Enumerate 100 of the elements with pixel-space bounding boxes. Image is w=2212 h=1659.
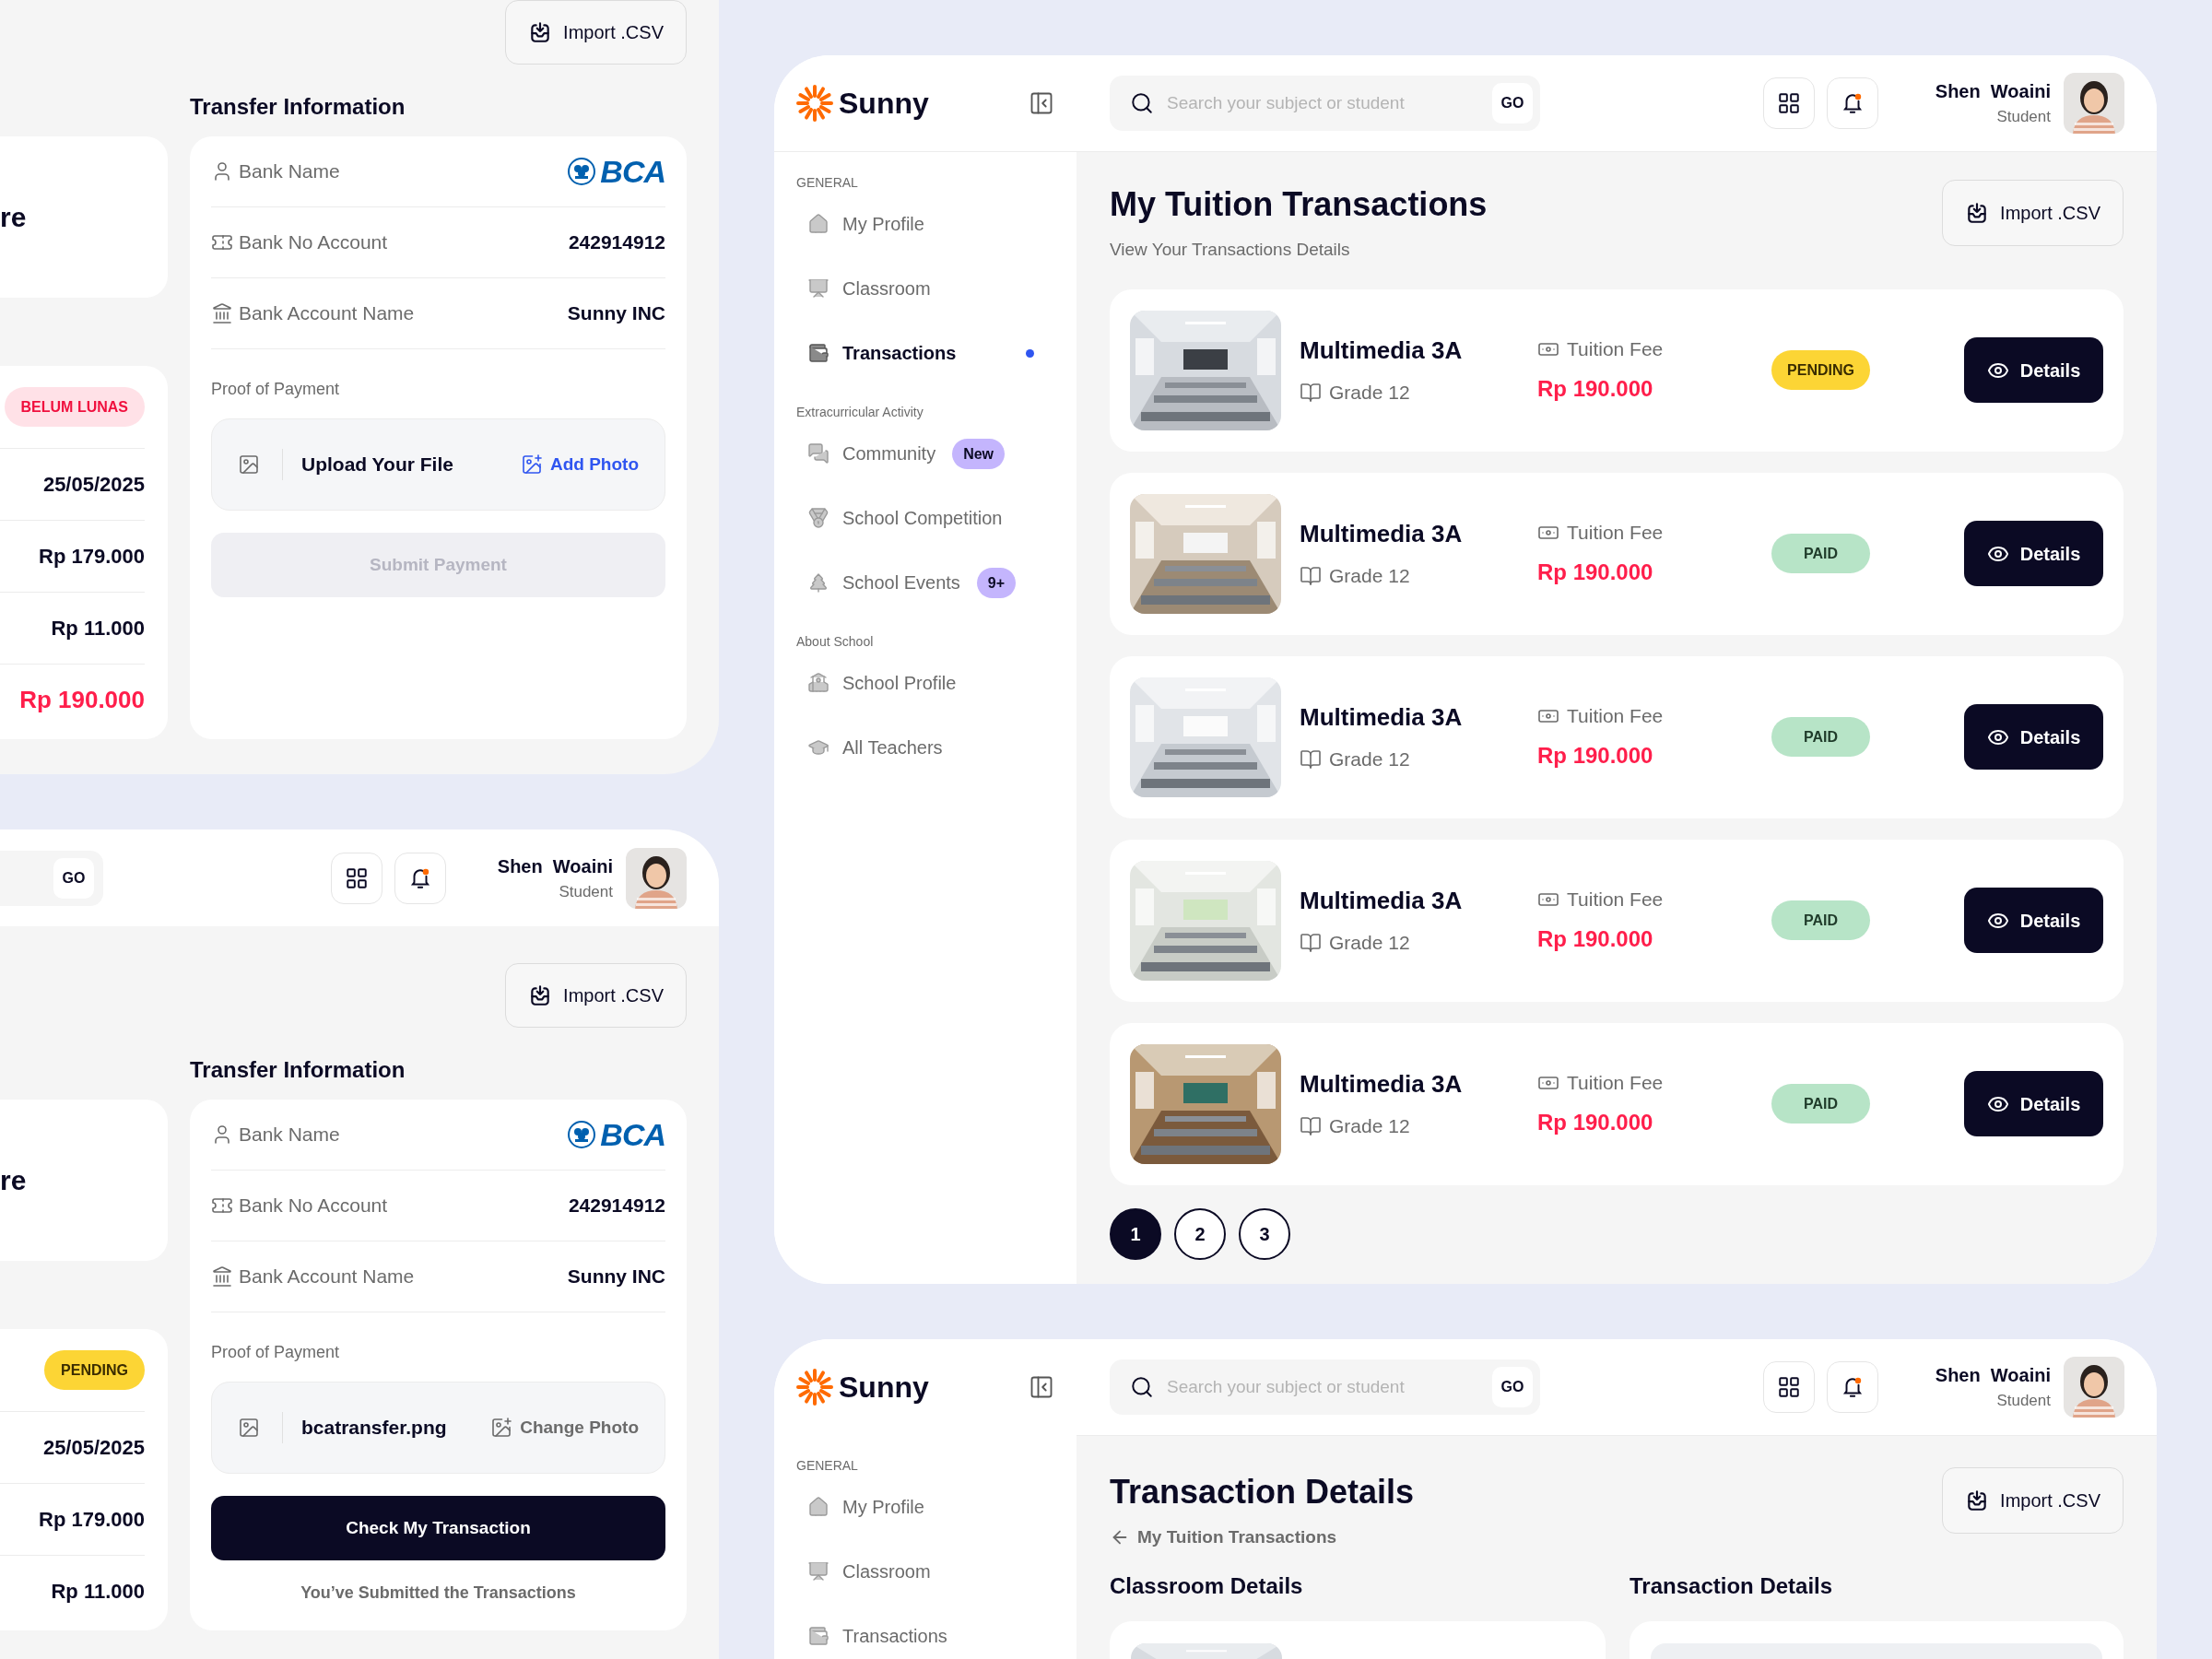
fee-amount: Rp 190.000 [1537, 375, 1654, 404]
import-button[interactable]: Import .CSV [505, 963, 687, 1028]
sidebar-item[interactable]: Community New [796, 421, 1054, 486]
field-value: 242914912 [568, 1194, 665, 1217]
card-title-fragment: re [0, 1164, 27, 1197]
upload-box[interactable]: Upload Your File Add Photo [211, 418, 665, 511]
details-button[interactable]: Details [1964, 521, 2103, 586]
import-button[interactable]: Import .CSV [1942, 180, 2124, 246]
grade-label: Grade 12 [1329, 931, 1410, 956]
fee-amount: Rp 190.000 [1537, 742, 1654, 771]
section-heading: GENERAL [796, 1457, 859, 1475]
sidebar-item[interactable]: School Profile [796, 651, 1054, 715]
fee-label: Tuition Fee [1567, 1070, 1664, 1095]
apps-button[interactable] [1762, 77, 1815, 129]
class-name: Multimedia 3A [1300, 886, 1464, 917]
section-heading: GENERAL [796, 174, 859, 192]
wallet-icon [807, 342, 830, 364]
summary-value: Rp 179.000 [39, 544, 145, 570]
fee-label: Tuition Fee [1567, 703, 1664, 728]
fee-label: Tuition Fee [1567, 336, 1664, 361]
details-button[interactable]: Details [1964, 337, 2103, 403]
details-button[interactable]: Details [1964, 1071, 2103, 1136]
status-badge: PENDING [44, 1350, 145, 1390]
school-building-icon [807, 672, 830, 694]
user-name: Shen Woaini [1935, 1364, 2051, 1388]
user-avatar [2064, 73, 2124, 134]
user-role: Student [559, 881, 613, 902]
photo-action-link[interactable]: Change Photo [490, 1414, 639, 1441]
import-button[interactable]: Import .CSV [505, 0, 687, 65]
field-label: Bank Account Name [239, 1265, 415, 1289]
section-title: Classroom Details [1110, 1571, 1304, 1600]
search-field[interactable]: Search your subject or student GO [1110, 1359, 1540, 1415]
presentation-board-icon [807, 277, 830, 300]
details-button[interactable]: Details [1964, 704, 2103, 770]
notification-button[interactable] [1826, 1361, 1878, 1413]
sidebar-item[interactable]: School Competition [796, 486, 1054, 550]
book-icon [1300, 1115, 1322, 1137]
file-name: Upload Your File [301, 453, 453, 477]
photo-action-link[interactable]: Add Photo [520, 451, 639, 478]
sidebar-item[interactable]: Transactions [796, 1604, 1054, 1659]
section-heading: About School [796, 633, 875, 651]
grade-label: Grade 12 [1329, 381, 1410, 406]
back-link[interactable]: My Tuition Transactions [1110, 1524, 1415, 1551]
summary-value: 25/05/2025 [42, 472, 145, 498]
class-name: Multimedia 3A [1300, 1069, 1464, 1100]
status-badge: PAID [1771, 534, 1870, 573]
section-heading: Extracurricular Activity [796, 404, 924, 421]
apps-button[interactable] [1762, 1361, 1815, 1413]
search-field[interactable]: GO [0, 850, 103, 906]
details-button[interactable]: Details [1964, 888, 2103, 953]
submit-button[interactable]: Check My Transaction [211, 1496, 665, 1560]
status-badge: BELUM LUNAS [4, 387, 145, 427]
summary-value: Rp 11.000 [51, 616, 145, 641]
section-title: Transaction Details [1630, 1571, 1834, 1600]
sidebar-item[interactable]: Transactions [796, 321, 1054, 385]
class-name: Multimedia 3A [1300, 702, 1464, 734]
sidebar-item[interactable]: Classroom [796, 256, 1054, 321]
page-button[interactable]: 3 [1239, 1207, 1290, 1260]
chat-bubbles-icon [807, 442, 830, 465]
import-button[interactable]: Import .CSV [1942, 1467, 2124, 1534]
notification-button[interactable] [394, 852, 446, 904]
grade-label: Grade 12 [1329, 1114, 1410, 1139]
user-avatar [626, 847, 687, 909]
apps-button[interactable] [330, 852, 382, 904]
user-role: Student [1996, 1391, 2051, 1412]
wallet-icon [807, 1625, 830, 1647]
book-icon [1300, 748, 1322, 771]
submission-note: You’ve Submitted the Transactions [300, 1583, 577, 1604]
upload-box[interactable]: bcatransfer.png Change Photo [211, 1382, 665, 1474]
field-value: Sunny INC [567, 302, 665, 324]
sun-icon [796, 1369, 833, 1406]
status-badge: PAID [1771, 900, 1870, 940]
sidebar-toggle-icon[interactable] [1029, 90, 1054, 116]
status-badge: PENDING [1771, 350, 1870, 390]
image-plus-icon [520, 453, 543, 476]
house-icon [807, 1496, 830, 1518]
page-button[interactable]: 2 [1174, 1207, 1226, 1260]
bank-emblem-icon [567, 157, 597, 186]
card-title-fragment: re [0, 201, 27, 234]
section-title: Transfer Information [190, 1057, 406, 1083]
fee-label: Tuition Fee [1567, 887, 1664, 912]
search-icon [1130, 1375, 1154, 1399]
notification-button[interactable] [1826, 77, 1878, 129]
page-button[interactable]: 1 [1110, 1207, 1161, 1260]
sidebar-item[interactable]: My Profile [796, 1475, 1054, 1539]
go-button[interactable]: GO [1492, 1367, 1533, 1407]
grade-label: Grade 12 [1329, 564, 1410, 589]
user-name: Shen Woaini [1935, 80, 2051, 104]
sidebar-item[interactable]: All Teachers [796, 715, 1054, 780]
go-button[interactable]: GO [53, 857, 94, 899]
summary-value: Rp 179.000 [39, 1507, 145, 1533]
search-field[interactable]: Search your subject or student GO [1110, 76, 1540, 131]
field-label: Bank Name [239, 159, 340, 184]
sidebar-toggle-icon[interactable] [1029, 1374, 1054, 1400]
sidebar-item[interactable]: Classroom [796, 1539, 1054, 1604]
summary-value: Rp 11.000 [51, 1579, 145, 1605]
sidebar-item[interactable]: My Profile [796, 192, 1054, 256]
sidebar-item[interactable]: School Events 9+ [796, 550, 1054, 615]
bank-icon [211, 1265, 233, 1288]
go-button[interactable]: GO [1492, 83, 1533, 124]
